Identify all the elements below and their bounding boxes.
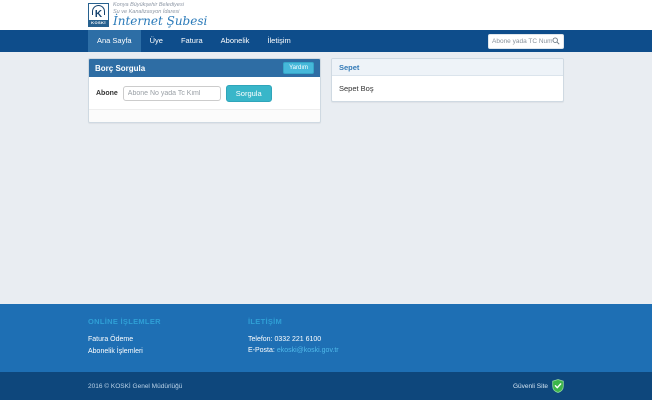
sepet-title: Sepet [339,63,359,72]
nav-item-abonelik[interactable]: Abonelik [212,30,259,52]
nav-item-uye[interactable]: Üye [141,30,172,52]
footer-link-fatura-odeme[interactable]: Fatura Ödeme [88,334,248,346]
yardim-button[interactable]: Yardım [283,62,314,74]
footer-online-column: ONLİNE İŞLEMLER Fatura Ödeme Abonelik İş… [88,317,248,358]
nav-item-fatura[interactable]: Fatura [172,30,212,52]
site-footer: ONLİNE İŞLEMLER Fatura Ödeme Abonelik İş… [0,304,652,372]
email-line: E-Posta: ekoski@koski.gov.tr [248,345,339,356]
footer-contact-column: İLETİŞİM Telefon: 0332 221 6100 E-Posta:… [248,317,339,358]
nav-search-box [488,34,564,49]
brand-logo-link[interactable]: K KOSKİ Konya Büyükşehir Belediyesi Su v… [88,2,207,28]
logo-band-text: KOSKİ [89,20,108,26]
online-islemler-heading: ONLİNE İŞLEMLER [88,317,248,326]
sepet-panel: Sepet Sepet Boş [331,58,564,102]
content-area: Borç Sorgula Yardım Abone Sorgula Sepet … [0,52,652,304]
koski-logo-icon: K KOSKİ [88,3,109,27]
borc-panel-footer [89,109,320,122]
brand-text: Konya Büyükşehir Belediyesi Su ve Kanali… [113,2,207,28]
phone-value: 0332 221 6100 [274,336,321,343]
borc-sorgula-title: Borç Sorgula [95,64,145,73]
abone-no-input[interactable] [123,86,221,101]
secure-site-badge[interactable]: Güvenli Site [513,379,564,393]
sepet-empty-text: Sepet Boş [332,76,563,101]
magnifier-icon[interactable] [552,37,560,45]
sepet-panel-header: Sepet [332,59,563,76]
borc-sorgula-panel: Borç Sorgula Yardım Abone Sorgula [88,58,321,123]
site-header: K KOSKİ Konya Büyükşehir Belediyesi Su v… [0,0,652,30]
phone-label: Telefon: [248,336,273,343]
nav-spacer [300,30,488,52]
borc-sorgula-form: Abone Sorgula [89,77,320,109]
logo-letter: K [89,4,108,20]
green-shield-check-icon [552,379,564,393]
phone-line: Telefon: 0332 221 6100 [248,334,339,345]
email-link[interactable]: ekoski@koski.gov.tr [277,347,339,354]
main-navbar: Ana Sayfa Üye Fatura Abonelik İletişim [0,30,652,52]
borc-sorgula-panel-header: Borç Sorgula Yardım [89,59,320,77]
iletisim-heading: İLETİŞİM [248,317,339,326]
bottom-bar: 2016 © KOSKİ Genel Müdürlüğü Güvenli Sit… [0,372,652,400]
nav-item-ana-sayfa[interactable]: Ana Sayfa [88,30,141,52]
secure-site-label: Güvenli Site [513,383,548,390]
search-input[interactable] [492,38,552,45]
nav-item-iletisim[interactable]: İletişim [258,30,299,52]
abone-field-label: Abone [96,90,118,97]
sorgula-button[interactable]: Sorgula [226,85,272,102]
copyright-text: 2016 © KOSKİ Genel Müdürlüğü [88,383,182,390]
footer-link-abonelik-islemleri[interactable]: Abonelik İşlemleri [88,346,248,358]
site-title: İnternet Şubesi [113,15,207,28]
email-label: E-Posta: [248,347,275,354]
